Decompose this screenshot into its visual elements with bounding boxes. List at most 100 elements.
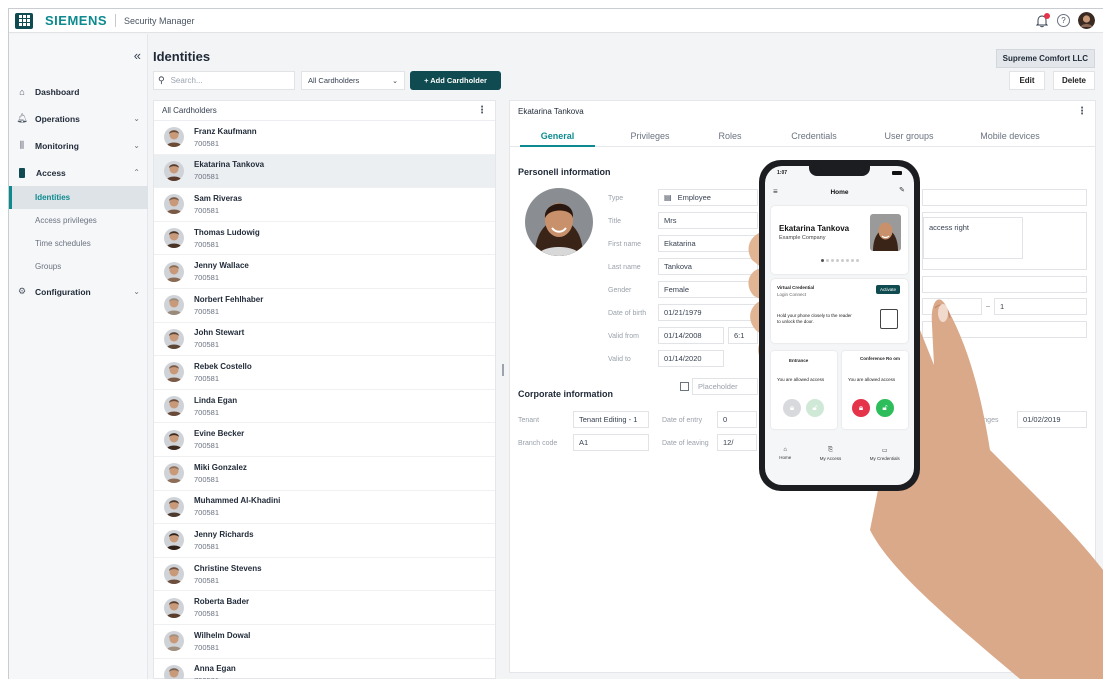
- edit-button[interactable]: Edit: [1009, 71, 1045, 90]
- door-icon: ⎘: [828, 447, 833, 453]
- phone-bottom-nav: ⌂ Home ⎘ My Access ▭ My Credentials: [765, 447, 914, 471]
- virtual-credential-sub: Login Connect: [777, 292, 807, 297]
- phone-profile-photo: [870, 214, 901, 251]
- list-item[interactable]: Miki Gonzalez 700581: [154, 457, 495, 491]
- list-item[interactable]: Roberta Bader 700581: [154, 591, 495, 625]
- activate-button[interactable]: Activate: [875, 285, 900, 294]
- sidebar-item-monitoring[interactable]: ⫼ Monitoring ⌄: [9, 132, 148, 159]
- avatar: [164, 664, 184, 679]
- cardholder-name: Muhammed Al-Khadini: [194, 496, 281, 506]
- phone-screen-title: Home: [830, 188, 849, 196]
- company-selector[interactable]: Supreme Comfort LLC: [995, 49, 1095, 68]
- cardholder-id: 700581: [194, 138, 220, 148]
- help-icon[interactable]: ?: [1057, 14, 1070, 27]
- pencil-icon[interactable]: ✎: [899, 186, 905, 194]
- list-item[interactable]: Christine Stevens 700581: [154, 558, 495, 592]
- chevron-down-icon: ⌄: [133, 287, 140, 296]
- valid-to-field[interactable]: 01/14/2020: [658, 350, 724, 367]
- list-item[interactable]: Thomas Ludowig 700581: [154, 222, 495, 256]
- phone-nav-my-credentials[interactable]: ▭ My Credentials: [870, 447, 900, 471]
- field-label: Tenant: [518, 417, 540, 424]
- lock-icon[interactable]: 🔒︎: [783, 399, 801, 417]
- unlock-icon[interactable]: 🔓︎: [876, 399, 894, 417]
- sidebar-subitem-time-schedules[interactable]: Time schedules: [9, 232, 148, 255]
- sidebar-item-dashboard[interactable]: ⌂ Dashboard: [9, 78, 148, 105]
- user-avatar-icon[interactable]: [1078, 12, 1095, 29]
- sidebar-item-access[interactable]: Access ⌃: [9, 159, 148, 186]
- cardholder-id: 700581: [194, 373, 220, 383]
- top-icons: ?: [1035, 12, 1095, 29]
- cardholder-filter-select[interactable]: All Cardholders ⌄: [301, 71, 405, 90]
- list-item[interactable]: Franz Kaufmann 700581: [154, 121, 495, 155]
- cardholder-rows: Franz Kaufmann 700581 Ekatarina Tankova 700…: [154, 121, 495, 679]
- search-input[interactable]: ⚲ Search...: [153, 71, 295, 90]
- list-item[interactable]: Rebek Costello 700581: [154, 356, 495, 390]
- panel-resize-handle[interactable]: [502, 364, 504, 376]
- delete-button[interactable]: Delete: [1053, 71, 1095, 90]
- hold-phone-text: Hold your phone closely to the reader to…: [777, 313, 852, 324]
- avatar: [164, 396, 184, 417]
- cardholder-name: Jenny Wallace: [194, 261, 249, 271]
- cardholder-id: 700581: [194, 642, 220, 652]
- apps-grid-icon[interactable]: [15, 12, 33, 29]
- list-item[interactable]: Norbert Fehlhaber 700581: [154, 289, 495, 323]
- sidebar-subitem-groups[interactable]: Groups: [9, 255, 148, 278]
- personnel-section-title: Personell information: [518, 167, 611, 177]
- avatar: [164, 530, 184, 551]
- top-bar: SIEMENS Security Manager ?: [9, 9, 1103, 33]
- branch-code-field[interactable]: A1: [573, 434, 649, 451]
- list-item[interactable]: Muhammed Al-Khadini 700581: [154, 491, 495, 525]
- avatar: [164, 261, 184, 282]
- tab-user-groups[interactable]: User groups: [863, 125, 955, 146]
- tab-credentials[interactable]: Credentials: [765, 125, 863, 146]
- sidebar-item-operations[interactable]: 🔔︎ Operations ⌄: [9, 105, 148, 132]
- cardholder-id: 700581: [194, 205, 220, 215]
- field-label: Date of entry: [662, 417, 703, 424]
- tab-roles[interactable]: Roles: [695, 125, 765, 146]
- list-item[interactable]: Linda Egan 700581: [154, 390, 495, 424]
- list-item[interactable]: Wilhelm Dowal 700581: [154, 625, 495, 659]
- add-cardholder-button[interactable]: + Add Cardholder: [410, 71, 501, 90]
- sidebar-item-configuration[interactable]: ⚙ Configuration ⌄: [9, 278, 148, 305]
- tab-mobile-devices[interactable]: Mobile devices: [955, 125, 1065, 146]
- avatar: [164, 328, 184, 349]
- page-title: Identities: [153, 49, 211, 64]
- list-item[interactable]: Jenny Wallace 700581: [154, 255, 495, 289]
- list-item[interactable]: Anna Egan700581: [154, 659, 495, 679]
- avatar: [164, 362, 184, 383]
- list-item[interactable]: Evine Becker 700581: [154, 423, 495, 457]
- home-icon: ⌂: [783, 447, 788, 453]
- more-options-icon[interactable]: ⋮: [1077, 106, 1087, 117]
- sidebar-subitem-access-privileges[interactable]: Access privileges: [9, 209, 148, 232]
- field-label: Date of leaving: [662, 440, 709, 447]
- list-item[interactable]: John Stewart 700581: [154, 323, 495, 357]
- tab-general[interactable]: General: [510, 125, 605, 147]
- more-options-icon[interactable]: ⋮: [477, 105, 487, 116]
- phone-nav-home[interactable]: ⌂ Home: [779, 447, 791, 471]
- valid-from-date-field[interactable]: 01/14/2008: [658, 327, 724, 344]
- collapse-sidebar-icon[interactable]: «: [134, 48, 141, 63]
- avatar: [164, 160, 184, 181]
- notification-bell-icon[interactable]: [1035, 12, 1050, 28]
- carousel-dots: [771, 259, 908, 262]
- tab-privileges[interactable]: Privileges: [605, 125, 695, 146]
- phone-nav-my-access[interactable]: ⎘ My Access: [820, 447, 842, 471]
- phone-nav-label: My Credentials: [869, 456, 900, 461]
- unlock-icon[interactable]: 🔓︎: [806, 399, 824, 417]
- cardholder-name: Jenny Richards: [194, 529, 254, 539]
- lock-icon[interactable]: 🔒︎: [852, 399, 870, 417]
- list-item[interactable]: Sam Riveras 700581: [154, 188, 495, 222]
- field-label: Title: [608, 218, 621, 225]
- cardholder-id: 700581: [194, 407, 220, 417]
- list-header: All Cardholders ⋮: [154, 101, 495, 121]
- field-label: First name: [608, 241, 642, 248]
- list-item[interactable]: Jenny Richards 700581: [154, 524, 495, 558]
- cardholder-name: Franz Kaufmann: [194, 126, 257, 136]
- sidebar-subitem-identities[interactable]: Identities: [9, 186, 148, 209]
- tenant-field[interactable]: Tenant Editing - 1: [573, 411, 649, 428]
- field-label: Date of birth: [608, 310, 647, 317]
- checkbox[interactable]: [680, 382, 689, 391]
- detail-header: Ekatarina Tankova ⋮: [510, 101, 1095, 121]
- list-item[interactable]: Ekatarina Tankova 700581: [154, 154, 495, 189]
- avatar: [164, 631, 184, 652]
